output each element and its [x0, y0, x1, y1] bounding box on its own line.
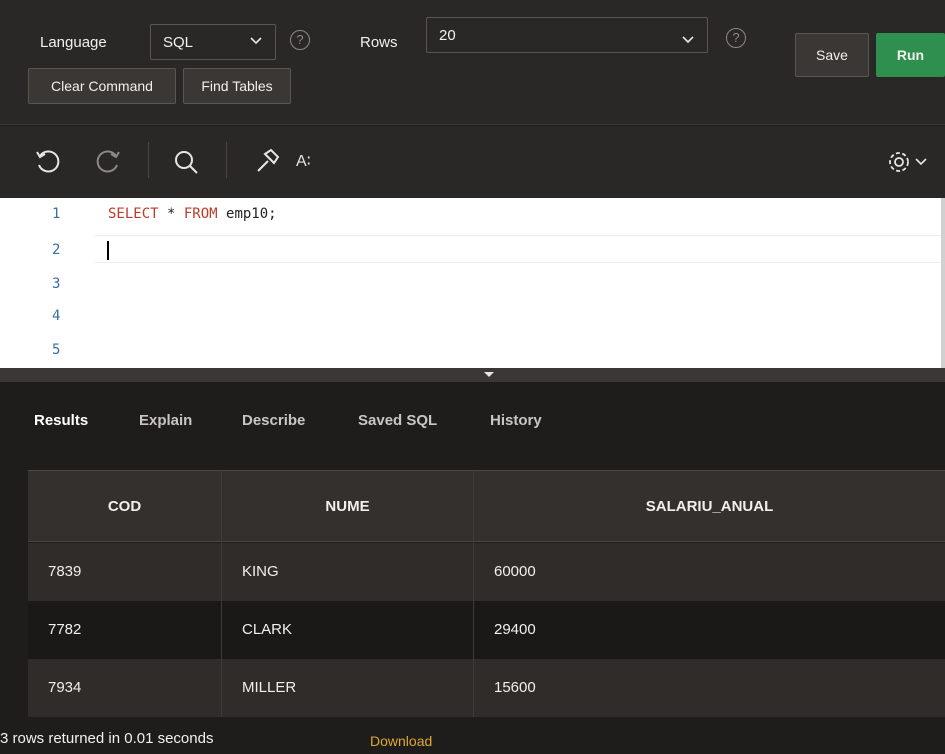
- column-header-salariu-anual[interactable]: SALARIU_ANUAL: [474, 471, 945, 543]
- save-button[interactable]: Save: [795, 33, 869, 77]
- table-row: 7782 CLARK 29400: [28, 601, 945, 659]
- toolbar-divider: [226, 142, 227, 178]
- chevron-down-icon: [250, 37, 262, 45]
- clear-command-button[interactable]: Clear Command: [28, 68, 176, 104]
- column-header-cod[interactable]: COD: [28, 471, 222, 543]
- table-header: COD NUME SALARIU_ANUAL: [28, 470, 945, 543]
- cell-nume: MILLER: [222, 659, 474, 717]
- command-toolbar: Language SQL ? Rows 20 ? Clear Command F…: [0, 0, 945, 125]
- current-line-highlight: [95, 235, 945, 263]
- cell-cod: 7934: [28, 659, 222, 717]
- cell-nume: KING: [222, 543, 474, 601]
- hammer-icon[interactable]: [252, 146, 282, 176]
- pane-splitter[interactable]: [0, 368, 945, 382]
- sql-identifier: emp10;: [217, 206, 277, 222]
- code-editor[interactable]: 1 2 3 4 5 SELECT * FROM emp10;: [0, 198, 945, 368]
- undo-icon[interactable]: [34, 148, 62, 176]
- cell-salariu-anual: 29400: [494, 621, 536, 638]
- result-tabs: Results Explain Describe Saved SQL Histo…: [0, 382, 945, 454]
- table-row: 7934 MILLER 15600: [28, 659, 945, 717]
- line-number: 3: [52, 276, 61, 292]
- cell-cod: 7782: [28, 601, 222, 659]
- tab-describe[interactable]: Describe: [242, 412, 305, 429]
- redo-icon[interactable]: [94, 148, 122, 176]
- tab-results[interactable]: Results: [34, 412, 88, 429]
- chevron-down-icon: [682, 36, 694, 44]
- code-line-1: SELECT * FROM emp10;: [108, 206, 277, 222]
- language-select[interactable]: SQL: [150, 24, 276, 60]
- rows-label: Rows: [360, 34, 398, 51]
- column-header-nume[interactable]: NUME: [222, 471, 474, 543]
- line-number-gutter: 1 2 3 4 5: [0, 198, 95, 368]
- language-label: Language: [40, 34, 107, 51]
- find-tables-button[interactable]: Find Tables: [183, 68, 291, 104]
- tab-history[interactable]: History: [490, 412, 542, 429]
- line-number: 4: [52, 308, 61, 324]
- toolbar-divider: [148, 142, 149, 178]
- sql-keyword: SELECT: [108, 206, 159, 222]
- editor-scrollbar[interactable]: [941, 198, 945, 368]
- text-cursor: [107, 241, 109, 260]
- line-number: 1: [52, 206, 61, 222]
- gear-icon[interactable]: [886, 148, 930, 176]
- language-value: SQL: [163, 34, 194, 51]
- editor-toolbar: A∶: [0, 126, 945, 198]
- results-status: 3 rows returned in 0.01 seconds: [0, 730, 214, 747]
- line-number: 2: [52, 242, 61, 258]
- search-icon[interactable]: [172, 148, 200, 176]
- tab-saved-sql[interactable]: Saved SQL: [358, 412, 437, 429]
- sql-operator: *: [158, 206, 184, 222]
- line-number: 5: [52, 342, 61, 358]
- tab-explain[interactable]: Explain: [139, 412, 192, 429]
- cell-salariu-anual: 15600: [494, 679, 536, 696]
- collapse-arrow-icon[interactable]: [484, 372, 494, 377]
- autocomplete-toggle[interactable]: A∶: [296, 151, 311, 171]
- run-button[interactable]: Run: [876, 33, 945, 77]
- cell-cod: 7839: [28, 543, 222, 601]
- rows-value: 20: [439, 27, 456, 44]
- table-row: 7839 KING 60000: [28, 543, 945, 601]
- cell-salariu-anual: 60000: [494, 563, 536, 580]
- language-help-icon[interactable]: ?: [290, 30, 310, 50]
- rows-select[interactable]: 20: [426, 17, 708, 53]
- rows-help-icon[interactable]: ?: [726, 28, 746, 48]
- download-link[interactable]: Download: [370, 733, 432, 749]
- sql-keyword: FROM: [183, 206, 218, 222]
- cell-nume: CLARK: [222, 601, 474, 659]
